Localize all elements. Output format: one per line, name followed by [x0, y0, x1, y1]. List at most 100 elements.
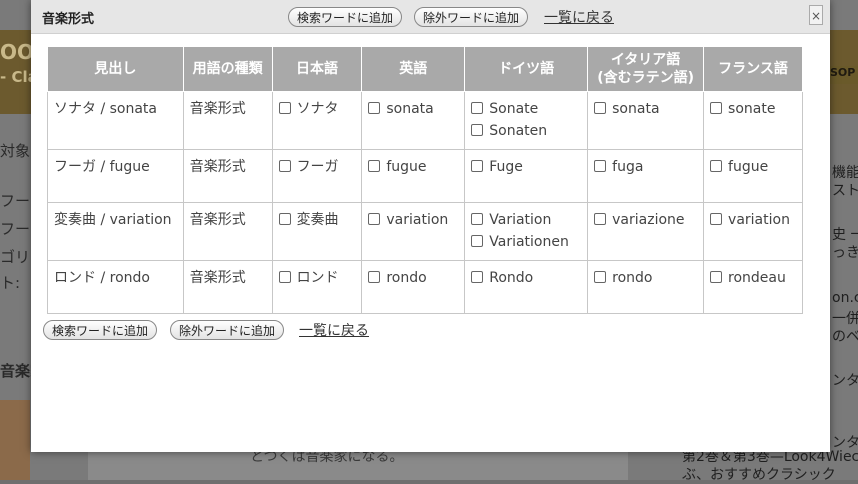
term-option[interactable]: sonata: [368, 98, 458, 120]
term-option[interactable]: Fuge: [471, 156, 581, 178]
term-label: Rondo: [489, 270, 534, 286]
term-label: Fuge: [489, 159, 523, 175]
term-option[interactable]: rondeau: [710, 267, 796, 289]
heading-cell: ソナタ / sonata: [47, 91, 184, 150]
background-right-line: のベー: [832, 329, 858, 345]
close-icon[interactable]: ×: [809, 5, 823, 25]
checkbox[interactable]: [594, 102, 607, 114]
term-option[interactable]: sonate: [710, 98, 796, 120]
term-option[interactable]: ロンド: [278, 267, 356, 289]
term-option[interactable]: variazione: [594, 209, 697, 231]
term-label: ロンド: [296, 270, 339, 286]
add-to-exclude-button[interactable]: 除外ワードに追加: [414, 7, 529, 27]
italian-cell: rondo: [587, 260, 705, 314]
japanese-cell: フーガ: [271, 149, 363, 203]
term-label: rondeau: [728, 270, 786, 286]
term-label: fuga: [612, 159, 644, 175]
heading-cell: フーガ / fugue: [47, 149, 184, 203]
checkbox[interactable]: [710, 271, 723, 283]
column-header-english: 英語: [361, 46, 466, 92]
back-to-list-link-bottom[interactable]: 一覧に戻る: [299, 320, 369, 340]
checkbox[interactable]: [471, 213, 484, 225]
table-row: ロンド / rondo 音楽形式 ロンド rondo Rondo rondo r…: [47, 260, 803, 314]
checkbox[interactable]: [471, 124, 484, 136]
term-label: ソナタ: [296, 101, 339, 117]
italian-cell: fuga: [587, 149, 705, 203]
checkbox[interactable]: [368, 271, 381, 283]
column-header-german: ドイツ語: [464, 46, 589, 92]
term-option[interactable]: Sonate: [471, 98, 581, 120]
checkbox[interactable]: [471, 102, 484, 114]
checkbox[interactable]: [278, 102, 291, 114]
term-option[interactable]: ソナタ: [278, 98, 356, 120]
term-table: 見出し 用語の種類 日本語 英語 ドイツ語 イタリア語 (含むラテン語) フラン…: [47, 46, 803, 314]
term-option[interactable]: sonata: [594, 98, 697, 120]
term-label: fugue: [728, 159, 769, 175]
checkbox[interactable]: [710, 213, 723, 225]
background-right-line: っき: [832, 245, 858, 261]
add-to-exclude-button-bottom[interactable]: 除外ワードに追加: [170, 320, 285, 340]
term-option[interactable]: rondo: [368, 267, 458, 289]
french-cell: variation: [703, 202, 803, 261]
add-to-search-button[interactable]: 検索ワードに追加: [288, 7, 403, 27]
checkbox[interactable]: [594, 271, 607, 283]
checkbox[interactable]: [471, 271, 484, 283]
term-label: rondo: [386, 270, 427, 286]
german-cell: Variation Variationen: [464, 202, 589, 261]
term-option[interactable]: variation: [710, 209, 796, 231]
term-option[interactable]: fugue: [710, 156, 796, 178]
table-row: 変奏曲 / variation 音楽形式 変奏曲 variation Varia…: [47, 202, 803, 261]
type-cell: 音楽形式: [182, 149, 273, 203]
table-row: ソナタ / sonata 音楽形式 ソナタ sonata Sonate Sona…: [47, 91, 803, 150]
back-to-list-link[interactable]: 一覧に戻る: [544, 7, 614, 27]
checkbox[interactable]: [710, 102, 723, 114]
term-option[interactable]: fuga: [594, 156, 697, 178]
term-option[interactable]: フーガ: [278, 156, 356, 178]
checkbox[interactable]: [471, 160, 484, 172]
term-option[interactable]: fugue: [368, 156, 458, 178]
german-cell: Sonate Sonaten: [464, 91, 589, 150]
checkbox[interactable]: [368, 160, 381, 172]
term-label: 変奏曲: [296, 212, 339, 228]
german-cell: Rondo: [464, 260, 589, 314]
term-label: Sonate: [489, 101, 539, 117]
term-label: sonata: [386, 101, 434, 117]
checkbox[interactable]: [278, 213, 291, 225]
checkbox[interactable]: [594, 160, 607, 172]
english-cell: sonata: [361, 91, 466, 150]
japanese-cell: 変奏曲: [271, 202, 363, 261]
term-label: sonate: [728, 101, 776, 117]
term-label: variation: [386, 212, 449, 228]
add-to-search-button-bottom[interactable]: 検索ワードに追加: [43, 320, 158, 340]
term-option[interactable]: Variation: [471, 209, 581, 231]
term-option[interactable]: Variationen: [471, 231, 581, 253]
term-option[interactable]: rondo: [594, 267, 697, 289]
term-option[interactable]: Rondo: [471, 267, 581, 289]
checkbox[interactable]: [368, 102, 381, 114]
checkbox[interactable]: [278, 160, 291, 172]
english-cell: rondo: [361, 260, 466, 314]
column-header-italian-line2: (含むラテン語): [597, 70, 694, 86]
background-sop-label: SOP: [830, 66, 858, 84]
background-right-line: on.co: [832, 290, 858, 306]
term-label: Variationen: [489, 234, 569, 250]
column-header-japanese: 日本語: [271, 46, 363, 92]
term-option[interactable]: Sonaten: [471, 120, 581, 142]
background-right-line: 史 一: [832, 227, 858, 243]
italian-cell: sonata: [587, 91, 705, 150]
term-option[interactable]: 変奏曲: [278, 209, 356, 231]
checkbox[interactable]: [710, 160, 723, 172]
term-label: variazione: [612, 212, 685, 228]
checkbox[interactable]: [368, 213, 381, 225]
type-cell: 音楽形式: [182, 202, 273, 261]
checkbox[interactable]: [471, 235, 484, 247]
french-cell: rondeau: [703, 260, 803, 314]
checkbox[interactable]: [594, 213, 607, 225]
term-option[interactable]: variation: [368, 209, 458, 231]
term-dialog: 音楽形式 検索ワードに追加 除外ワードに追加 一覧に戻る × 見出し 用語の種類…: [31, 0, 830, 452]
japanese-cell: ソナタ: [271, 91, 363, 150]
term-label: fugue: [386, 159, 427, 175]
german-cell: Fuge: [464, 149, 589, 203]
checkbox[interactable]: [278, 271, 291, 283]
french-cell: sonate: [703, 91, 803, 150]
